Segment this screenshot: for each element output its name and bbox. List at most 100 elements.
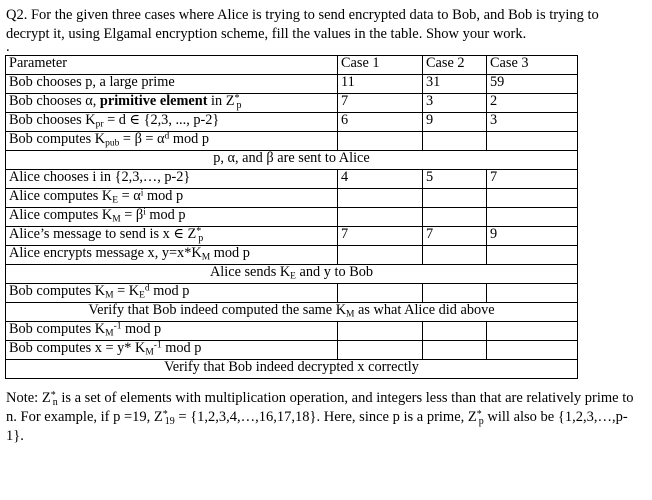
table-cell-case-1[interactable]: [337, 244, 423, 265]
table-cell-case-3[interactable]: 7: [486, 168, 578, 189]
subscript: p: [198, 233, 204, 245]
z-star-group: Z*19: [153, 408, 175, 427]
subscript: p: [478, 415, 484, 427]
header-case-3: Case 3: [486, 54, 578, 75]
table-cell-case-2[interactable]: [422, 244, 487, 265]
document-page: Q2. For the given three cases where Alic…: [0, 0, 652, 500]
superscript: -1: [153, 340, 162, 351]
table-cell-case-3[interactable]: [486, 339, 578, 360]
table-row: Bob chooses Kpr = d ∈ {2,3, ..., p-2} 6 9 3: [5, 111, 578, 132]
table-row: Alice chooses i in {2,3,…, p-2} 4 5 7: [5, 168, 578, 189]
table-row: Verify that Bob indeed computed the same…: [5, 301, 578, 322]
subscript: pr: [95, 120, 104, 131]
table-cell-case-1[interactable]: 7: [337, 92, 423, 113]
table-cell-case-3[interactable]: [486, 282, 578, 303]
table-row: Bob computes KM = KEd mod p: [5, 282, 578, 303]
table-cell-case-1[interactable]: [337, 206, 423, 227]
z-star-group: Z*p: [467, 408, 484, 427]
table-parameter-cell: Bob computes KM = KEd mod p: [5, 282, 338, 303]
table-cell-case-3[interactable]: [486, 244, 578, 265]
table-cell-case-1[interactable]: [337, 282, 423, 303]
table-cell-case-3[interactable]: [486, 206, 578, 227]
table-cell-case-2[interactable]: 7: [422, 225, 487, 246]
table-row: Alice encrypts message x, y=x*KM mod p: [5, 244, 578, 265]
superscript: -1: [113, 321, 122, 332]
header-case-1: Case 1: [337, 54, 423, 75]
table-parameter-cell: Bob chooses α, primitive element in Z*p: [5, 92, 338, 113]
table-parameter-cell: Bob chooses p, a large prime: [5, 73, 338, 94]
emphasis-text: primitive element: [99, 93, 208, 110]
header-case-2: Case 2: [422, 54, 487, 75]
table-parameter-cell: Bob computes Kpub = β = αd mod p: [5, 130, 338, 151]
table-cell-case-2[interactable]: [422, 339, 487, 360]
table-row: p, α, and β are sent to Alice: [5, 149, 578, 170]
table-parameter-cell: Bob chooses Kpr = d ∈ {2,3, ..., p-2}: [5, 111, 338, 132]
table-merged-note-cell: p, α, and β are sent to Alice: [5, 149, 578, 170]
table-row: Alice sends KE and y to Bob: [5, 263, 578, 284]
superscript: d: [164, 131, 170, 142]
stray-period: .: [6, 38, 10, 55]
table-merged-note-cell: Verify that Bob indeed decrypted x corre…: [5, 358, 578, 379]
subscript: p: [236, 100, 242, 112]
table-cell-case-2[interactable]: 5: [422, 168, 487, 189]
table-cell-case-3[interactable]: [486, 320, 578, 341]
z-star-group: Z*p: [187, 226, 204, 245]
table-cell-case-3[interactable]: 59: [486, 73, 578, 94]
table-cell-case-2[interactable]: [422, 282, 487, 303]
table-parameter-cell: Alice computes KM = βi mod p: [5, 206, 338, 227]
table-row: Bob computes KM-1 mod p: [5, 320, 578, 341]
table-cell-case-1[interactable]: [337, 130, 423, 151]
subscript: M: [346, 310, 355, 321]
table-cell-case-2[interactable]: 9: [422, 111, 487, 132]
footnote-text: Note: Z*n is a set of elements with mult…: [6, 389, 634, 444]
table-cell-case-2[interactable]: [422, 206, 487, 227]
table-cell-case-3[interactable]: [486, 130, 578, 151]
table-row: Bob computes Kpub = β = αd mod p: [5, 130, 578, 151]
table-cell-case-1[interactable]: 4: [337, 168, 423, 189]
table-row: Alice’s message to send is x ∈ Z*p 7 7 9: [5, 225, 578, 246]
table-row: Alice computes KE = αi mod p: [5, 187, 578, 208]
subscript: n: [52, 396, 58, 408]
superscript: i: [143, 207, 146, 218]
table-row: Verify that Bob indeed decrypted x corre…: [5, 358, 578, 379]
table-parameter-cell: Alice computes KE = αi mod p: [5, 187, 338, 208]
table-cell-case-3[interactable]: 9: [486, 225, 578, 246]
table-cell-case-1[interactable]: 11: [337, 73, 423, 94]
table-merged-note-cell: Verify that Bob indeed computed the same…: [5, 301, 578, 322]
table-cell-case-3[interactable]: [486, 187, 578, 208]
z-star-group: Z*n: [41, 389, 58, 408]
table-cell-case-1[interactable]: [337, 320, 423, 341]
superscript: i: [140, 188, 144, 199]
table-parameter-cell: Alice chooses i in {2,3,…, p-2}: [5, 168, 338, 189]
table-body: Parameter Case 1 Case 2 Case 3 Bob choos…: [5, 54, 578, 379]
table-row: Bob computes x = y* KM-1 mod p: [5, 339, 578, 360]
subscript: M: [145, 348, 154, 359]
table-cell-case-2[interactable]: [422, 187, 487, 208]
table-cell-case-2[interactable]: [422, 130, 487, 151]
table-row: Bob chooses α, primitive element in Z*p 7…: [5, 92, 578, 113]
table-cell-case-1[interactable]: 6: [337, 111, 423, 132]
subscript: pub: [105, 139, 120, 150]
question-text: Q2. For the given three cases where Alic…: [6, 7, 599, 42]
superscript: d: [144, 283, 150, 294]
table-cell-case-2[interactable]: 31: [422, 73, 487, 94]
subscript: E: [290, 272, 296, 283]
subscript: M: [105, 329, 114, 340]
table-parameter-cell: Bob computes x = y* KM-1 mod p: [5, 339, 338, 360]
table-cell-case-3[interactable]: 2: [486, 92, 578, 113]
subscript: M: [105, 291, 114, 302]
table-row: Alice computes KM = βi mod p: [5, 206, 578, 227]
z-star-group: Z*p: [225, 93, 242, 112]
table-cell-case-2[interactable]: [422, 320, 487, 341]
table-cell-case-1[interactable]: [337, 339, 423, 360]
table-header-row: Parameter Case 1 Case 2 Case 3: [5, 54, 578, 75]
subscript: M: [112, 215, 121, 226]
table-merged-note-cell: Alice sends KE and y to Bob: [5, 263, 578, 284]
header-parameter: Parameter: [5, 54, 338, 75]
subscript: 19: [164, 415, 175, 427]
subscript: E: [112, 196, 119, 207]
table-cell-case-1[interactable]: [337, 187, 423, 208]
table-cell-case-1[interactable]: 7: [337, 225, 423, 246]
table-cell-case-2[interactable]: 3: [422, 92, 487, 113]
table-cell-case-3[interactable]: 3: [486, 111, 578, 132]
